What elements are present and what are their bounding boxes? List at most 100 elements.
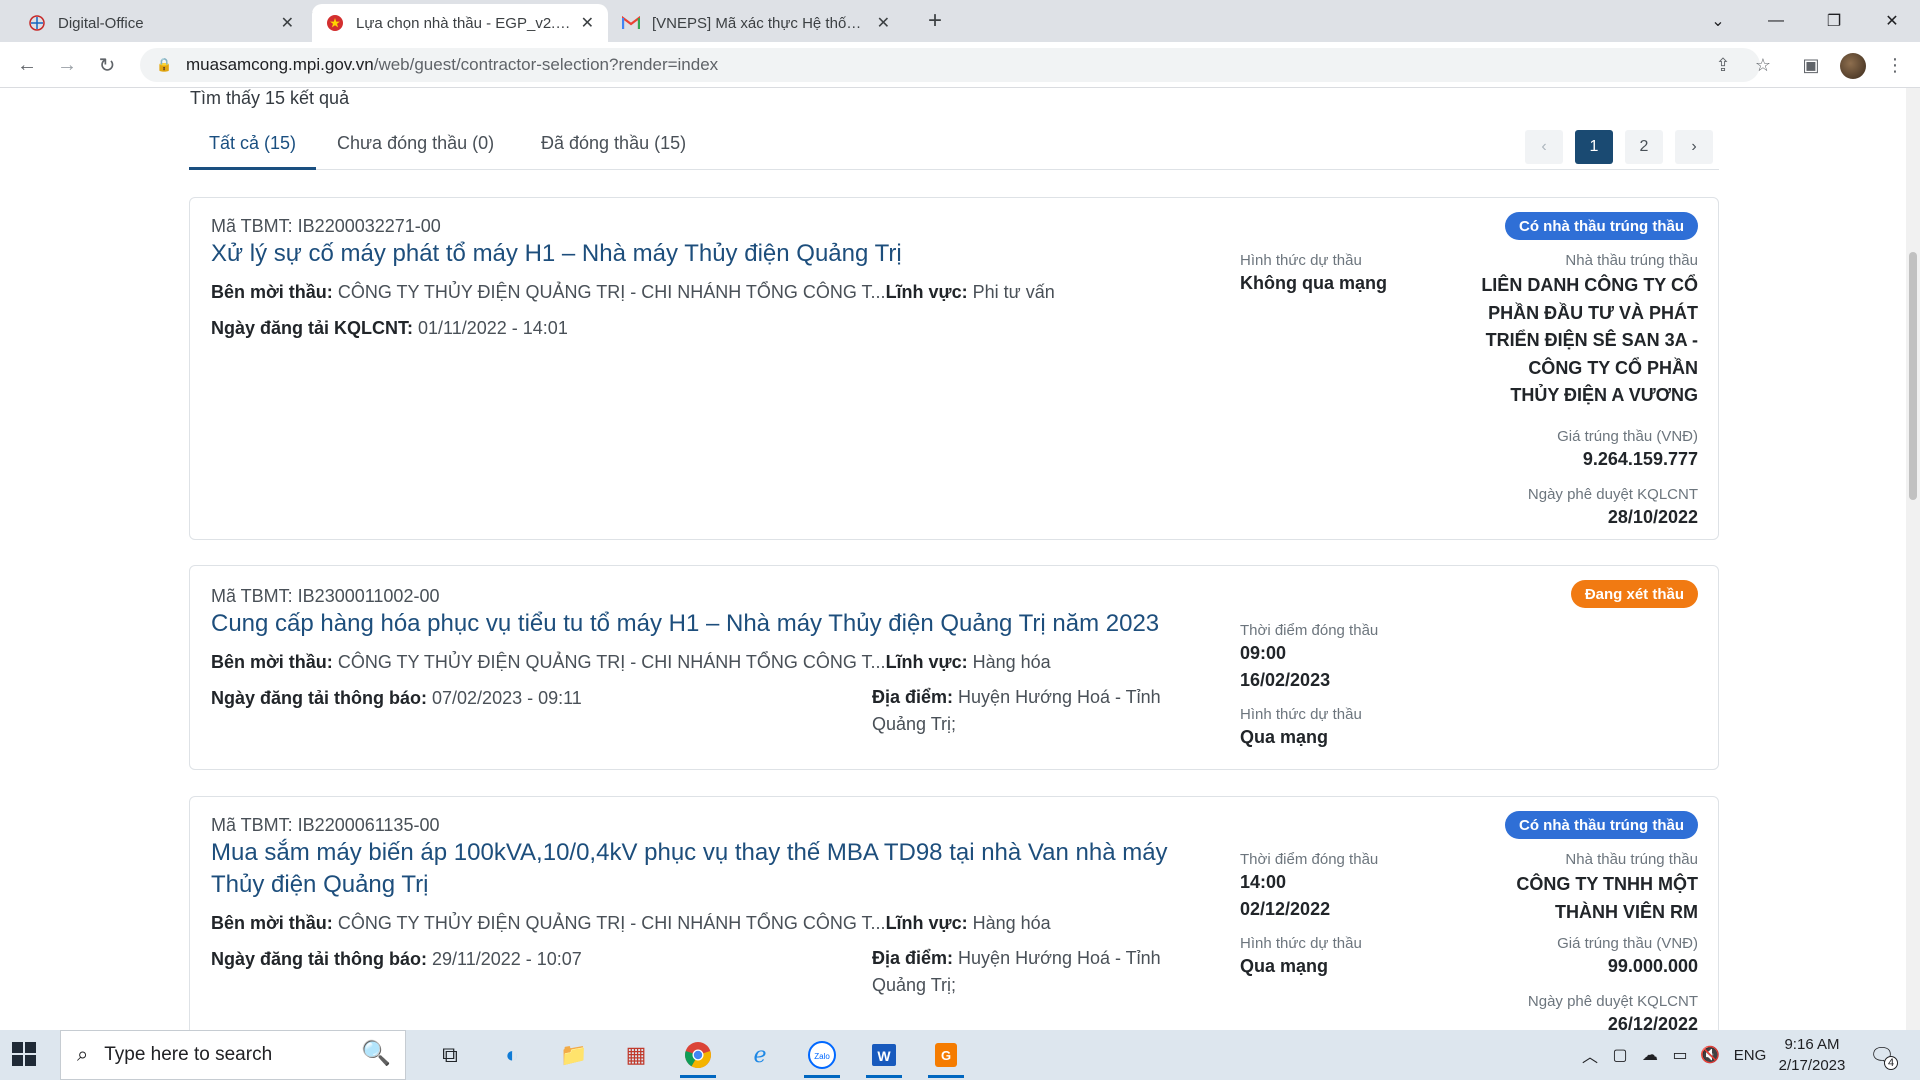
taskbar-search-input[interactable]: ⌕ Type here to search 🔍 (60, 1030, 406, 1080)
field-label: Lĩnh vực: (885, 652, 968, 672)
winner-line: CÔNG TY TNHH MỘT (1516, 874, 1698, 894)
reload-button[interactable]: ↻ (92, 50, 122, 80)
tender-title-link[interactable]: Mua sắm máy biến áp 100kVA,10/0,4kV phục… (211, 837, 1191, 901)
url-path: /web/guest/contractor-selection?render=i… (373, 55, 719, 74)
close-tab-icon[interactable]: ✕ (877, 13, 890, 33)
zalo-icon[interactable]: Zalo (800, 1035, 844, 1078)
file-explorer-icon[interactable]: 📁 (552, 1035, 596, 1075)
inviter-label: Bên mời thầu: (211, 913, 333, 933)
winner-line: LIÊN DANH CÔNG TY CỔ (1481, 275, 1698, 295)
word-icon[interactable]: W (862, 1035, 906, 1078)
task-view-icon[interactable]: ⧉ (428, 1035, 472, 1075)
approve-date-value: 26/12/2022 (1607, 1014, 1698, 1030)
tab-title: [VNEPS] Mã xác thực Hệ thống m (652, 14, 867, 32)
bid-form-label: Hình thức dự thầu (1240, 706, 1362, 723)
bid-form-value: Không qua mạng (1240, 273, 1387, 293)
volume-muted-icon[interactable]: 🔇 (1696, 1030, 1724, 1080)
bookmark-star-icon[interactable]: ☆ (1748, 50, 1778, 80)
approve-date-value: 28/10/2022 (1607, 507, 1698, 527)
forward-button[interactable]: → (52, 50, 82, 80)
tab-all[interactable]: Tất cả (15) (189, 128, 317, 170)
lock-icon: 🔒 (156, 57, 173, 72)
windows-taskbar: ⌕ Type here to search 🔍 ⧉ ◐ 📁 ▦ ℯ Zalo W… (0, 1030, 1920, 1080)
bid-form-value: Qua mạng (1240, 956, 1329, 976)
close-tab-icon[interactable]: ✕ (281, 13, 294, 33)
close-tab-icon[interactable]: ✕ (581, 13, 594, 33)
minimize-button[interactable]: — (1748, 0, 1804, 42)
gmail-favicon-icon (622, 14, 640, 32)
side-panel-icon[interactable]: ▣ (1796, 50, 1826, 80)
browser-tab-gmail[interactable]: [VNEPS] Mã xác thực Hệ thống m ✕ (608, 4, 904, 42)
tab-closed[interactable]: Đã đóng thầu (15) (521, 128, 706, 170)
share-icon[interactable]: ⇪ (1708, 50, 1738, 80)
tab-title: Digital-Office (58, 14, 144, 32)
notification-count-badge: 4 (1884, 1056, 1898, 1070)
chrome-browser-icon[interactable] (676, 1035, 720, 1078)
notification-center-icon[interactable]: 🗨 4 (1862, 1030, 1902, 1080)
browser-tabstrip: Digital-Office ✕ Lựa chọn nhà thầu - EGP… (0, 0, 1920, 42)
clock-time: 9:16 AM (1784, 1036, 1840, 1053)
winner-label: Nhà thầu trúng thầu (1565, 851, 1698, 868)
input-language[interactable]: ENG (1730, 1030, 1770, 1080)
post-date-line: Ngày đăng tải thông báo: 07/02/2023 - 09… (211, 688, 582, 709)
inviter-value: CÔNG TY THỦY ĐIỆN QUẢNG TRỊ - CHI NHÁNH … (337, 282, 886, 302)
pagination-next-button[interactable]: › (1675, 130, 1713, 164)
browser-tab-digital-office[interactable]: Digital-Office ✕ (14, 4, 308, 42)
scrollbar-thumb[interactable] (1909, 252, 1917, 500)
location-label: Địa điểm: (872, 687, 954, 707)
post-date-line: Ngày đăng tải thông báo: 29/11/2022 - 10… (211, 949, 582, 970)
location-label: Địa điểm: (872, 948, 954, 968)
tender-code: Mã TBMT: IB2200061135-00 (211, 815, 440, 835)
post-date-line: Ngày đăng tải KQLCNT: 01/11/2022 - 14:01 (211, 318, 568, 339)
meet-now-icon[interactable]: ▢ (1606, 1030, 1634, 1080)
edge-browser-icon[interactable]: ◐ (490, 1035, 534, 1075)
search-placeholder: Type here to search (104, 1044, 273, 1065)
digital-office-favicon-icon (28, 14, 46, 32)
search-icon: ⌕ (77, 1043, 89, 1066)
internet-explorer-icon[interactable]: ℯ (738, 1035, 782, 1075)
tender-code: Mã TBMT: IB2300011002-00 (211, 586, 440, 606)
location-field: Địa điểm: Huyện Hướng Hoá - Tỉnh Quảng T… (872, 945, 1192, 999)
windows-start-icon[interactable] (12, 1042, 36, 1066)
tab-not-closed[interactable]: Chưa đóng thầu (0) (317, 128, 514, 170)
inviter-label: Bên mời thầu: (211, 282, 333, 302)
pagination-page-1[interactable]: 1 (1575, 130, 1613, 164)
field-value: Hàng hóa (972, 652, 1051, 672)
close-window-button[interactable]: ✕ (1864, 0, 1920, 42)
inviter-line: Bên mời thầu: CÔNG TY THỦY ĐIỆN QUẢNG TR… (211, 282, 1055, 303)
tab-search-chevron-icon[interactable]: ⌄ (1690, 0, 1746, 42)
app-shortcut-icon[interactable]: ▦ (614, 1035, 658, 1075)
profile-avatar[interactable] (1840, 53, 1866, 79)
browser-tab-contractor-selection[interactable]: Lựa chọn nhà thầu - EGP_v2.0 - E ✕ (312, 4, 608, 42)
pagination-page-2[interactable]: 2 (1625, 130, 1663, 164)
browser-toolbar: ← → ↻ 🔒 muasamcong.mpi.gov.vn/web/guest/… (0, 42, 1920, 88)
pagination-prev-button[interactable]: ‹ (1525, 130, 1563, 164)
battery-icon[interactable]: ▭ (1666, 1030, 1694, 1080)
close-time-value: 14:00 (1240, 872, 1287, 892)
foxit-pdf-icon[interactable]: G (924, 1035, 968, 1078)
price-label: Giá trúng thầu (VNĐ) (1557, 428, 1698, 445)
show-hidden-icons-chevron-icon[interactable]: ︿ (1576, 1030, 1604, 1080)
winner-line: TRIỂN ĐIỆN SÊ SAN 3A - (1485, 330, 1698, 350)
page-scrollbar[interactable] (1906, 88, 1920, 1030)
post-date-value: 29/11/2022 - 10:07 (432, 949, 582, 969)
field-label: Lĩnh vực: (885, 913, 968, 933)
filter-tabs: Tất cả (15) Chưa đóng thầu (0) Đã đóng t… (189, 128, 1719, 170)
svg-text:Zalo: Zalo (814, 1052, 830, 1061)
address-bar[interactable]: 🔒 muasamcong.mpi.gov.vn/web/guest/contra… (140, 48, 1760, 82)
inviter-line: Bên mời thầu: CÔNG TY THỦY ĐIỆN QUẢNG TR… (211, 652, 1051, 673)
back-button[interactable]: ← (12, 50, 42, 80)
field-value: Hàng hóa (972, 913, 1051, 933)
restore-button[interactable]: ❐ (1806, 0, 1862, 42)
approve-date-label: Ngày phê duyệt KQLCNT (1527, 486, 1698, 503)
tender-title-link[interactable]: Xử lý sự cố máy phát tổ máy H1 – Nhà máy… (211, 238, 1191, 270)
inviter-line: Bên mời thầu: CÔNG TY THỦY ĐIỆN QUẢNG TR… (211, 913, 1051, 934)
system-clock[interactable]: 9:16 AM 2/17/2023 (1772, 1034, 1852, 1076)
network-offline-icon[interactable]: ☁ (1636, 1030, 1664, 1080)
status-badge: Có nhà thầu trúng thầu (1505, 212, 1698, 240)
location-field: Địa điểm: Huyện Hướng Hoá - Tỉnh Quảng T… (872, 684, 1192, 738)
menu-kebab-icon[interactable]: ⋮ (1880, 50, 1910, 80)
search-highlight-icon: 🔍 (361, 1040, 391, 1067)
new-tab-button[interactable]: + (920, 6, 950, 36)
tender-title-link[interactable]: Cung cấp hàng hóa phục vụ tiểu tu tổ máy… (211, 608, 1191, 640)
